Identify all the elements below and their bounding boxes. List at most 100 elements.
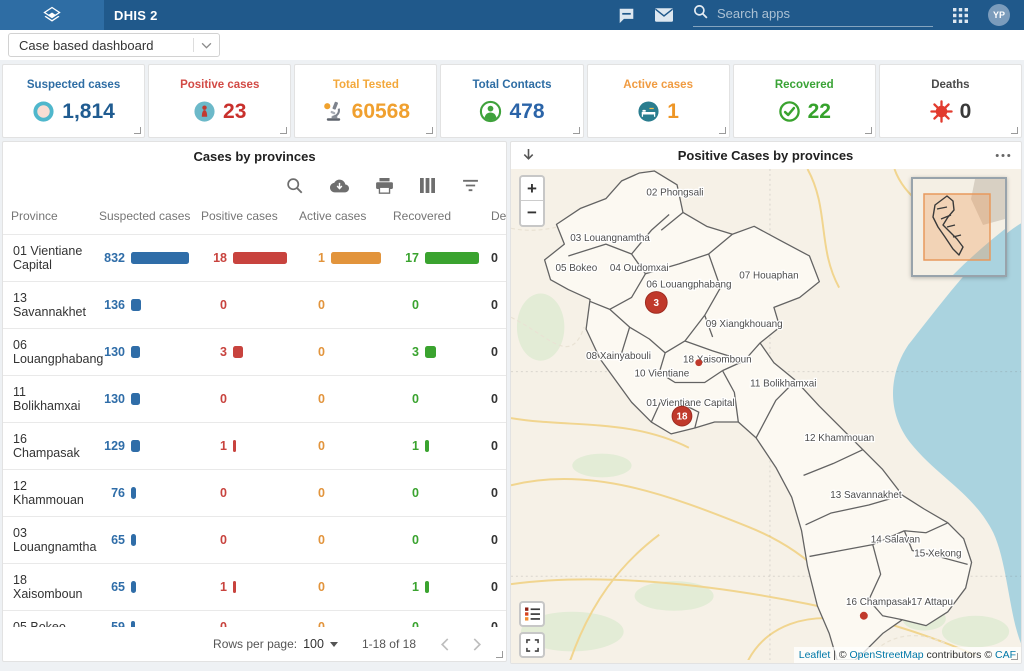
attribution-text: | © — [830, 649, 849, 661]
table-row: 06 Louangphabang1303030 — [3, 329, 506, 376]
header-actions: YP — [618, 4, 1024, 27]
value-bar — [233, 252, 287, 264]
kpi-card: Total Tested60568 — [294, 64, 437, 138]
suspected-cell: 76 — [91, 470, 193, 517]
map-cluster-marker[interactable]: 18 — [672, 406, 692, 426]
province-cell: 13 Savannakhet — [3, 282, 91, 329]
messages-icon[interactable] — [618, 7, 635, 24]
map-point-marker[interactable] — [695, 359, 702, 366]
recovered-cell: 0 — [385, 470, 483, 517]
resize-handle[interactable] — [134, 127, 141, 134]
table-print-icon[interactable] — [376, 178, 393, 194]
table-filter-icon[interactable] — [462, 179, 479, 192]
active-cell: 0 — [291, 282, 385, 329]
suspected-cell: 130 — [91, 329, 193, 376]
resize-handle[interactable] — [865, 127, 872, 134]
dashboard-selector[interactable]: Case based dashboard — [8, 33, 220, 57]
resize-handle[interactable] — [719, 127, 726, 134]
kpi-card-title: Active cases — [623, 79, 693, 91]
table-columns-icon[interactable] — [420, 178, 435, 193]
value-bar — [131, 487, 136, 499]
deaths-cell: 0 — [483, 329, 506, 376]
rows-per-page-label: Rows per page: — [213, 637, 297, 651]
dashboard-bar: Case based dashboard — [0, 30, 1024, 60]
column-header: Recovered — [385, 198, 483, 235]
leaflet-link[interactable]: Leaflet — [799, 649, 831, 661]
map-province-label: 06 Louangphabang — [646, 280, 731, 291]
province-cell: 11 Bolikhamxai — [3, 376, 91, 423]
province-cell: 06 Louangphabang — [3, 329, 91, 376]
apps-grid-icon[interactable] — [953, 8, 968, 23]
resize-handle[interactable] — [573, 127, 580, 134]
table-row: 03 Louangnamtha650000 — [3, 517, 506, 564]
mail-icon[interactable] — [655, 8, 673, 22]
positive-cell: 0 — [193, 517, 291, 564]
table-scroll-area[interactable]: ProvinceSuspected casesPositive casesAct… — [3, 198, 506, 627]
table-row: 05 Bokeo590000 — [3, 611, 506, 628]
pagination-range: 1-18 of 18 — [362, 637, 416, 651]
deaths-cell: 0 — [483, 470, 506, 517]
cell-value: 0 — [299, 298, 325, 312]
resize-handle[interactable] — [426, 127, 433, 134]
cell-value: 0 — [299, 620, 325, 627]
kpi-card-title: Deaths — [931, 79, 969, 91]
recovered-cell: 17 — [385, 235, 483, 282]
osm-link[interactable]: OpenStreetMap — [850, 649, 924, 661]
rows-per-page-control[interactable]: Rows per page: 100 — [213, 637, 338, 651]
previous-page-button[interactable] — [440, 638, 449, 651]
cell-value: 0 — [299, 439, 325, 453]
cell-value: 1 — [393, 580, 419, 594]
table-toolbar — [3, 164, 506, 198]
resize-handle[interactable] — [1011, 653, 1018, 660]
value-bar — [131, 581, 136, 593]
app-search[interactable] — [693, 4, 933, 27]
map-province-label: 01 Vientiane Capital — [646, 398, 734, 409]
table-row: 16 Champasak1291010 — [3, 423, 506, 470]
kpi-card: Active cases 1 — [587, 64, 730, 138]
resize-handle[interactable] — [496, 651, 503, 658]
column-header: Active cases — [291, 198, 385, 235]
map-fullscreen-button[interactable] — [519, 632, 545, 658]
overview-inset-map[interactable] — [911, 177, 1007, 277]
value-bar — [233, 346, 243, 358]
active-cell: 0 — [291, 517, 385, 564]
cell-value: 0 — [393, 392, 419, 406]
zoom-out-button[interactable]: − — [521, 201, 543, 225]
user-avatar[interactable]: YP — [988, 4, 1010, 26]
search-input[interactable] — [717, 6, 933, 21]
table-row: 13 Savannakhet1360000 — [3, 282, 506, 329]
value-bar — [131, 440, 140, 452]
kpi-card-value: 1 — [667, 100, 679, 124]
kpi-card-value-row: 478 — [479, 100, 544, 124]
cell-value: 0 — [393, 486, 419, 500]
next-page-button[interactable] — [473, 638, 482, 651]
app-title: DHIS 2 — [114, 8, 158, 23]
dhis2-logo[interactable] — [0, 0, 104, 30]
map-province-label: 16 Champasak — [846, 597, 912, 608]
active-cell: 0 — [291, 470, 385, 517]
column-header: Positive cases — [193, 198, 291, 235]
kpi-card: Recovered22 — [733, 64, 876, 138]
map-point-marker[interactable] — [860, 612, 868, 620]
resize-handle[interactable] — [280, 127, 287, 134]
resize-handle[interactable] — [1011, 127, 1018, 134]
map-province-label: 12 Khammouan — [805, 433, 875, 444]
zoom-in-button[interactable]: + — [521, 177, 543, 201]
table-download-icon[interactable] — [330, 179, 349, 193]
cell-value: 0 — [201, 533, 227, 547]
suspected-cell: 65 — [91, 564, 193, 611]
kpi-card-value: 23 — [223, 100, 246, 124]
map-canvas[interactable]: 02 Phongsali03 Louangnamtha05 Bokeo04 Ou… — [511, 169, 1021, 663]
kpi-card-value: 478 — [509, 100, 544, 124]
search-icon — [693, 4, 708, 24]
table-pagination: Rows per page: 100 1-18 of 18 — [3, 627, 506, 661]
active-cell: 0 — [291, 611, 385, 628]
kpi-card: Positive cases23 — [148, 64, 291, 138]
cell-value: 0 — [299, 392, 325, 406]
map-cluster-marker[interactable]: 3 — [645, 292, 667, 314]
dashboard-selector-value: Case based dashboard — [19, 38, 153, 53]
map-more-options-icon[interactable] — [995, 153, 1011, 158]
map-download-icon[interactable] — [521, 148, 536, 163]
map-legend-button[interactable] — [519, 601, 545, 627]
table-search-icon[interactable] — [286, 177, 303, 194]
